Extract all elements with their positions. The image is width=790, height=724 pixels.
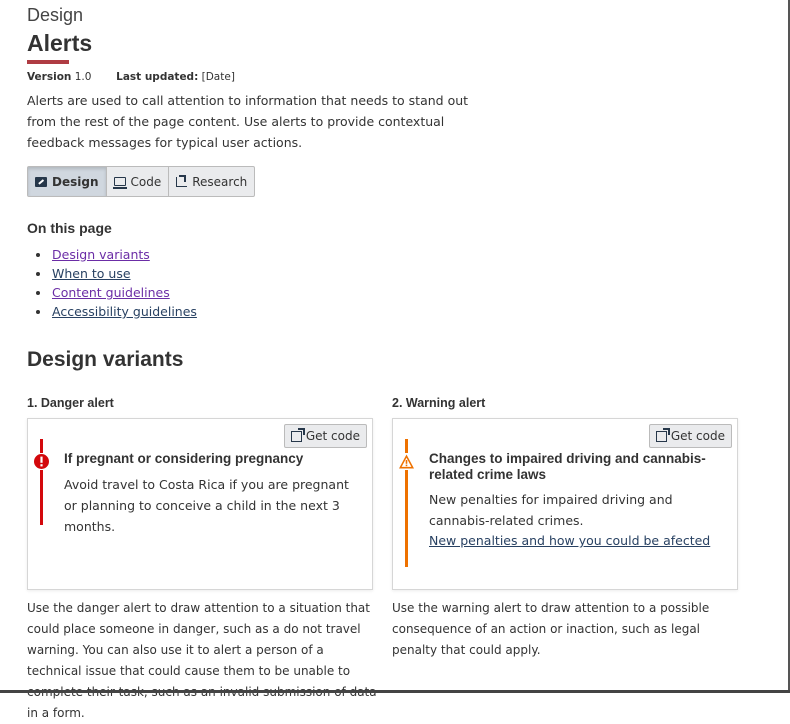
variant-title: 1. Danger alert (27, 396, 114, 410)
list-item: Content guidelines (27, 283, 197, 302)
intro-text: Alerts are used to call attention to inf… (27, 93, 469, 150)
title-underline (27, 60, 69, 64)
on-this-page-heading: On this page (27, 220, 112, 236)
laptop-icon (112, 177, 127, 189)
example-card: Get code If pregnant or considering preg… (27, 418, 373, 590)
updated-value: [Date] (201, 71, 235, 83)
get-code-button[interactable]: Get code (648, 424, 732, 448)
on-this-page-list: Design variants When to use Content guid… (27, 245, 197, 321)
variant-description: Use the warning alert to draw attention … (392, 601, 710, 657)
get-code-button[interactable]: Get code (283, 424, 367, 448)
link-content-guidelines[interactable]: Content guidelines (52, 285, 170, 300)
danger-alert-bar (40, 439, 43, 525)
link-when-to-use[interactable]: When to use (52, 266, 131, 281)
edit-square-icon (35, 176, 47, 187)
alert-heading: Changes to impaired driving and cannabis… (429, 451, 706, 482)
alert-body: Avoid travel to Costa Rica if you are pr… (64, 477, 349, 534)
get-code-label: Get code (305, 429, 360, 443)
view-tabs: Design Code Research (27, 166, 256, 197)
link-accessibility-guidelines[interactable]: Accessibility guidelines (52, 304, 197, 319)
variant-warning: 2. Warning alert Get code Changes to imp… (392, 396, 738, 657)
tab-design-label: Design (52, 174, 99, 189)
tab-code-label: Code (130, 174, 162, 189)
danger-circle-icon (33, 453, 50, 470)
page-title: Alerts (27, 30, 93, 56)
tab-research-label: Research (192, 174, 248, 189)
research-icon (176, 174, 188, 187)
variant-danger: 1. Danger alert Get code If pregnant or … (27, 396, 377, 720)
variant-description: Use the danger alert to draw attention t… (27, 601, 377, 720)
external-link-icon (290, 427, 305, 442)
alert-heading: If pregnant or considering pregnancy (64, 451, 304, 466)
tab-research[interactable]: Research (169, 167, 254, 196)
alert-body: New penalties for impaired driving and c… (429, 492, 673, 528)
version-value: 1.0 (74, 71, 92, 83)
example-card: Get code Changes to impaired driving and… (392, 418, 738, 590)
tab-design[interactable]: Design (28, 167, 107, 196)
updated-label: Last updated: (116, 71, 199, 83)
external-link-icon (655, 427, 670, 442)
page-meta: Version 1.0 Last updated: [Date] (27, 71, 235, 83)
get-code-label: Get code (670, 429, 725, 443)
version-label: Version (27, 71, 72, 83)
list-item: When to use (27, 264, 197, 283)
list-item: Accessibility guidelines (27, 302, 197, 321)
alert-link[interactable]: New penalties and how you could be afect… (429, 533, 710, 548)
warning-triangle-icon (398, 453, 415, 470)
tab-code[interactable]: Code (107, 167, 170, 196)
design-variants-heading: Design variants (27, 348, 184, 371)
link-design-variants[interactable]: Design variants (52, 247, 150, 262)
page-eyebrow: Design (27, 5, 84, 25)
variant-title: 2. Warning alert (392, 396, 486, 410)
list-item: Design variants (27, 245, 197, 264)
